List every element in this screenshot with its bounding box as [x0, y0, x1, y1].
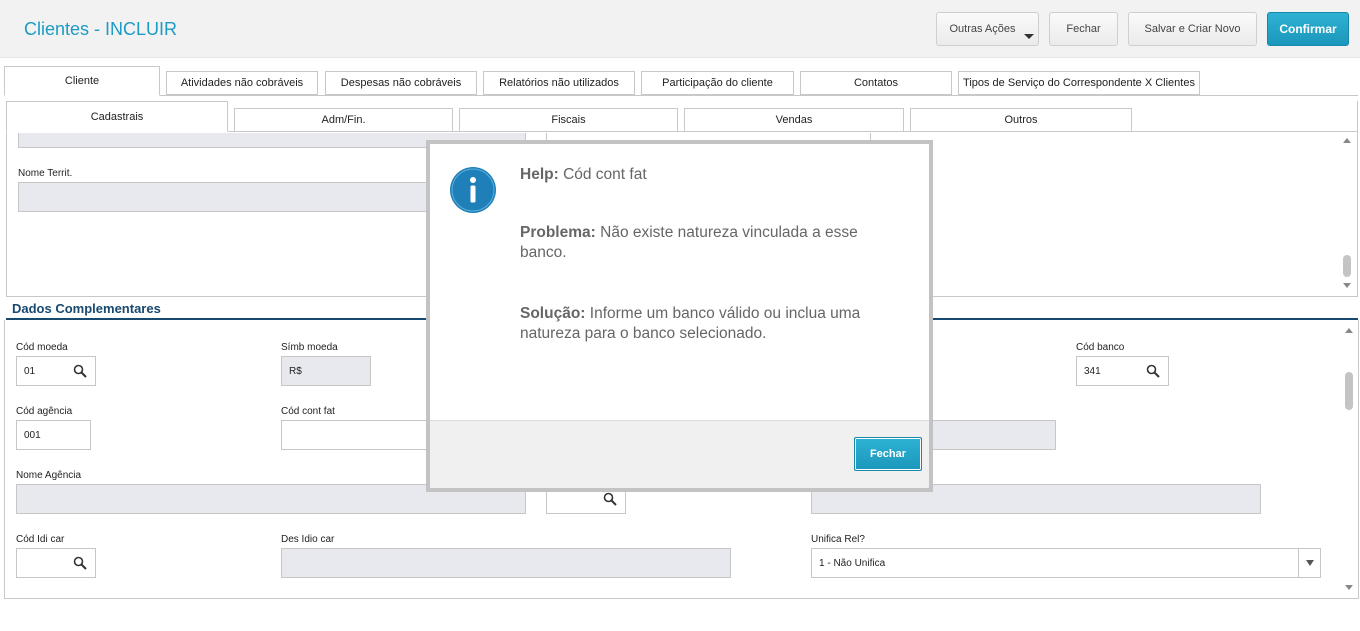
cod-idi-car-field[interactable] — [16, 548, 96, 578]
nome-agencia-label: Nome Agência — [16, 470, 82, 481]
solution-line: Solução: Informe um banco válido ou incl… — [520, 304, 905, 344]
main-tabs-divider — [4, 95, 1358, 96]
help-modal: Help: Cód cont fat Problema: Não existe … — [426, 140, 933, 492]
tab-participacao-do-cliente[interactable]: Participação do cliente — [641, 71, 794, 95]
unifica-rel-label: Unifica Rel? — [811, 534, 865, 545]
scroll-up-arrow[interactable] — [1345, 328, 1353, 333]
cod-moeda-field[interactable]: 01 — [16, 356, 96, 386]
nome-territ-label: Nome Territ. — [18, 168, 73, 179]
help-line: Help: Cód cont fat — [520, 165, 905, 185]
tab-contatos[interactable]: Contatos — [800, 71, 952, 95]
scroll-down-arrow[interactable] — [1345, 585, 1353, 590]
cod-moeda-value: 01 — [24, 365, 36, 377]
help-text: Cód cont fat — [563, 166, 647, 183]
cod-agencia-field[interactable]: 001 — [16, 420, 91, 450]
cod-banco-value: 341 — [1084, 365, 1101, 377]
search-icon[interactable] — [73, 556, 87, 570]
chevron-down-icon[interactable] — [1298, 549, 1320, 577]
tab-relatorios-nao-utilizados[interactable]: Relatórios não utilizados — [483, 71, 635, 95]
search-icon[interactable] — [73, 364, 87, 378]
partially-hidden-field — [930, 420, 1056, 450]
save-and-new-button[interactable]: Salvar e Criar Novo — [1128, 12, 1257, 46]
tab-tipos-de-servico[interactable]: Tipos de Serviço do Correspondente X Cli… — [958, 71, 1200, 95]
subtab-adm-fin[interactable]: Adm/Fin. — [234, 108, 453, 132]
unifica-rel-select[interactable]: 1 - Não Unifica — [811, 548, 1321, 578]
des-idio-car-field — [281, 548, 731, 578]
subtab-cadastrais[interactable]: Cadastrais — [6, 101, 228, 132]
cod-cont-fat-label: Cód cont fat — [281, 406, 335, 417]
modal-close-button[interactable]: Fechar — [854, 437, 922, 471]
subtab-vendas[interactable]: Vendas — [684, 108, 904, 132]
unifica-rel-value: 1 - Não Unifica — [819, 557, 886, 569]
help-label: Help: — [520, 166, 559, 183]
scrollbar-thumb[interactable] — [1343, 255, 1351, 277]
close-button[interactable]: Fechar — [1049, 12, 1118, 46]
confirm-button[interactable]: Confirmar — [1267, 12, 1349, 46]
scroll-down-arrow[interactable] — [1343, 283, 1351, 288]
cod-idi-car-label: Cód Idi car — [16, 534, 65, 545]
search-icon[interactable] — [603, 492, 617, 506]
simb-moeda-field: R$ — [281, 356, 371, 386]
search-icon[interactable] — [1146, 364, 1160, 378]
modal-footer: Fechar — [430, 420, 929, 488]
problem-line: Problema: Não existe natureza vinculada … — [520, 223, 905, 263]
solution-label: Solução: — [520, 305, 586, 322]
tab-atividades-nao-cobraveis[interactable]: Atividades não cobráveis — [166, 71, 318, 95]
cod-agencia-label: Cód agência — [16, 406, 73, 417]
subtab-outros[interactable]: Outros — [910, 108, 1132, 132]
page-title: Clientes - INCLUIR — [24, 19, 178, 39]
bottom-panel-scrollbar[interactable] — [1342, 322, 1356, 596]
cod-banco-label: Cód banco — [1076, 342, 1125, 353]
des-idio-car-label: Des Idio car — [281, 534, 335, 545]
simb-moeda-label: Símb moeda — [281, 342, 338, 353]
problem-label: Problema: — [520, 224, 596, 241]
dados-complementares-title: Dados Complementares — [12, 301, 161, 316]
cod-cont-fat-field[interactable] — [281, 420, 431, 450]
other-actions-button[interactable]: Outras Ações — [936, 12, 1039, 46]
info-icon — [450, 167, 496, 213]
subtab-fiscais[interactable]: Fiscais — [459, 108, 678, 132]
tab-cliente[interactable]: Cliente — [4, 66, 160, 96]
top-panel-scrollbar[interactable] — [1340, 133, 1354, 295]
cod-banco-field[interactable]: 341 — [1076, 356, 1169, 386]
scrollbar-thumb[interactable] — [1345, 372, 1353, 410]
chevron-down-icon — [1024, 34, 1034, 39]
other-actions-label: Outras Ações — [949, 23, 1016, 35]
tab-despesas-nao-cobraveis[interactable]: Despesas não cobráveis — [325, 71, 477, 95]
scroll-up-arrow[interactable] — [1343, 138, 1351, 143]
cod-moeda-label: Cód moeda — [16, 342, 68, 353]
page-header: Clientes - INCLUIR Outras Ações Fechar S… — [0, 0, 1360, 58]
